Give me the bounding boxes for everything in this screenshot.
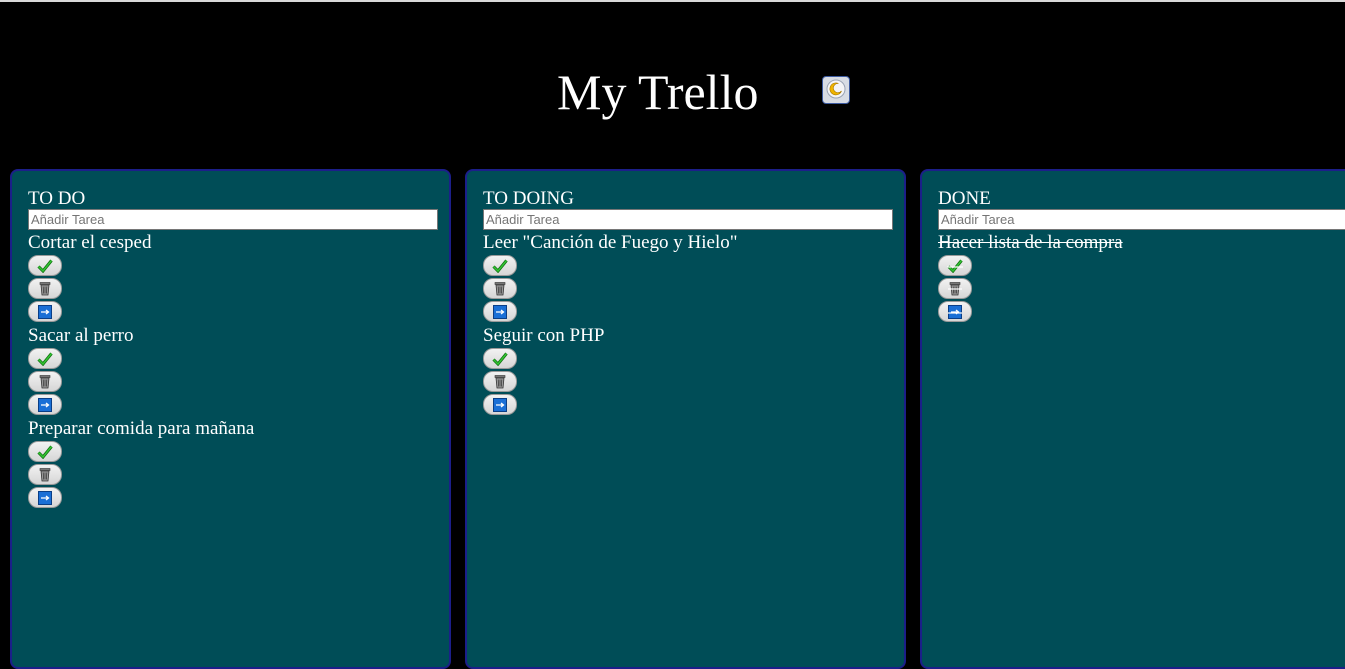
move-task-button[interactable] [28,487,62,508]
delete-task-button[interactable] [483,278,517,299]
task-item: Seguir con PHP [483,324,888,415]
trash-icon [948,281,962,296]
move-task-button[interactable] [938,301,972,322]
complete-task-button[interactable] [28,255,62,276]
move-arrow-icon [493,398,507,412]
task-text: Hacer lista de la compra [938,231,1343,255]
theme-toggle-button[interactable] [822,76,850,104]
check-icon [492,352,508,366]
task-item: Sacar al perro [28,324,433,415]
delete-task-button[interactable] [28,464,62,485]
move-task-button[interactable] [483,394,517,415]
column-title: TO DO [28,189,433,209]
trash-icon [493,281,507,296]
add-task-input[interactable] [483,209,893,230]
move-arrow-icon [948,305,962,319]
delete-task-button[interactable] [483,371,517,392]
move-arrow-icon [38,491,52,505]
task-text: Sacar al perro [28,324,433,348]
delete-task-button[interactable] [28,371,62,392]
move-task-button[interactable] [28,394,62,415]
move-task-button[interactable] [28,301,62,322]
check-icon [37,352,53,366]
complete-task-button[interactable] [483,255,517,276]
task-item: Cortar el cesped [28,231,433,322]
check-icon [37,259,53,273]
task-text: Cortar el cesped [28,231,433,255]
column-done: DONE Hacer lista de la compra [920,169,1345,669]
app-header: My Trello [0,2,1345,168]
task-text: Preparar comida para mañana [28,417,433,441]
trash-icon [38,281,52,296]
task-item: Leer "Canción de Fuego y Hielo" [483,231,888,322]
complete-task-button[interactable] [28,348,62,369]
complete-task-button[interactable] [28,441,62,462]
trash-icon [493,374,507,389]
task-item: Preparar comida para mañana [28,417,433,508]
add-task-input[interactable] [938,209,1345,230]
move-arrow-icon [493,305,507,319]
complete-task-button[interactable] [483,348,517,369]
crescent-moon-icon [826,79,846,102]
page-title: My Trello [557,62,758,122]
move-task-button[interactable] [483,301,517,322]
task-text: Seguir con PHP [483,324,888,348]
move-arrow-icon [38,305,52,319]
trash-icon [38,467,52,482]
trash-icon [38,374,52,389]
complete-task-button[interactable] [938,255,972,276]
task-item: Hacer lista de la compra [938,231,1343,322]
check-icon [37,445,53,459]
delete-task-button[interactable] [938,278,972,299]
task-text: Leer "Canción de Fuego y Hielo" [483,231,888,255]
column-doing: TO DOING Leer "Canción de Fuego y Hielo"… [465,169,906,669]
check-icon [947,259,963,273]
add-task-input[interactable] [28,209,438,230]
delete-task-button[interactable] [28,278,62,299]
board: TO DO Cortar el cesped Sacar al perro Pr… [0,168,1345,647]
column-title: TO DOING [483,189,888,209]
check-icon [492,259,508,273]
move-arrow-icon [38,398,52,412]
column-todo: TO DO Cortar el cesped Sacar al perro Pr… [10,169,451,669]
column-title: DONE [938,189,1343,209]
